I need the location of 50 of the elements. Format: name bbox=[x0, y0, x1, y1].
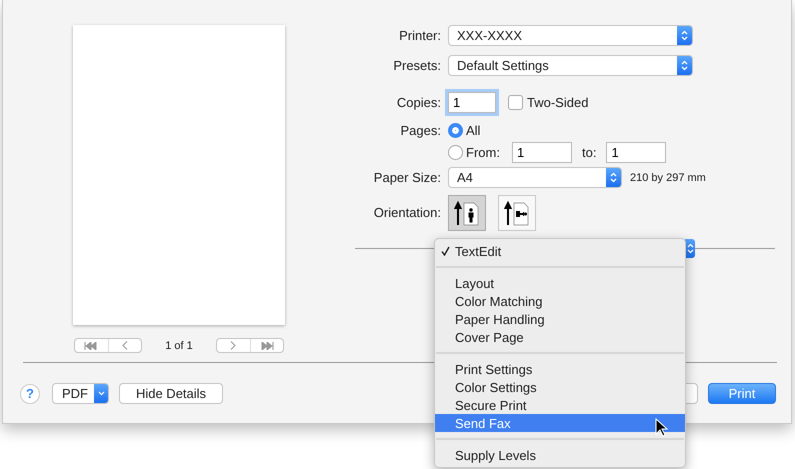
cursor-icon bbox=[655, 418, 669, 438]
menu-item[interactable]: Cover Page bbox=[435, 328, 685, 346]
field-label: Orientation: bbox=[372, 205, 441, 220]
menu-item[interactable]: Send Fax bbox=[435, 414, 685, 432]
field-label: Paper Size: bbox=[372, 170, 441, 185]
menu-item[interactable]: TextEdit bbox=[435, 242, 685, 260]
menu-item[interactable]: Color Matching bbox=[435, 292, 685, 310]
field-label: Pages: bbox=[400, 123, 441, 138]
skip-forward-icon bbox=[260, 342, 274, 350]
segmented-control[interactable] bbox=[74, 338, 142, 353]
orientation-button[interactable] bbox=[448, 194, 486, 230]
stepper-icon bbox=[606, 168, 621, 187]
radio-label: All bbox=[466, 123, 480, 138]
hide-details-button[interactable]: Hide Details bbox=[119, 383, 223, 404]
orientation-button[interactable] bbox=[498, 194, 536, 230]
presets-select[interactable]: Default Settings bbox=[448, 55, 693, 76]
field-label: Copies: bbox=[396, 95, 441, 110]
menu-item[interactable]: Paper Handling bbox=[435, 310, 685, 328]
field-label: Presets: bbox=[392, 58, 441, 73]
field-label: to: bbox=[582, 144, 596, 160]
copies-field[interactable]: 1 bbox=[448, 92, 496, 113]
checkmark-icon bbox=[440, 246, 450, 256]
checkbox[interactable] bbox=[508, 95, 523, 110]
radio-button[interactable] bbox=[448, 123, 463, 138]
menu-item[interactable]: Secure Print bbox=[435, 396, 685, 414]
chevron-left-icon bbox=[122, 341, 128, 350]
from-field[interactable]: 1 bbox=[512, 142, 572, 162]
skip-back-icon bbox=[84, 342, 98, 350]
menu-item[interactable]: Layout bbox=[435, 274, 685, 292]
menu-item[interactable]: Print Settings bbox=[435, 360, 685, 378]
paper-dimensions: 210 by 297 mm bbox=[630, 172, 706, 184]
landscape-orientation-icon bbox=[504, 198, 530, 226]
pdf-menu-button[interactable]: PDF bbox=[52, 383, 109, 404]
printer-select[interactable]: XXX-XXXX bbox=[448, 25, 693, 46]
checkbox-label: Two-Sided bbox=[527, 95, 588, 110]
stepper-icon bbox=[677, 56, 692, 75]
menu-item[interactable]: Supply Levels bbox=[435, 446, 685, 464]
to-field[interactable]: 1 bbox=[606, 142, 666, 162]
stepper-icon bbox=[685, 238, 695, 258]
menu-item[interactable]: Color Settings bbox=[435, 378, 685, 396]
field-label: Printer: bbox=[398, 28, 441, 43]
chevron-right-icon bbox=[230, 341, 236, 350]
portrait-orientation-icon bbox=[454, 198, 480, 226]
radio-label: From: bbox=[466, 144, 500, 160]
paper-size-select[interactable]: A4 bbox=[448, 167, 622, 188]
segmented-control[interactable] bbox=[216, 338, 284, 353]
chevron-down-icon bbox=[94, 384, 108, 403]
stepper-icon bbox=[677, 26, 692, 45]
page-counter: 1 of 1 bbox=[164, 340, 194, 352]
radio-button[interactable] bbox=[448, 144, 463, 160]
